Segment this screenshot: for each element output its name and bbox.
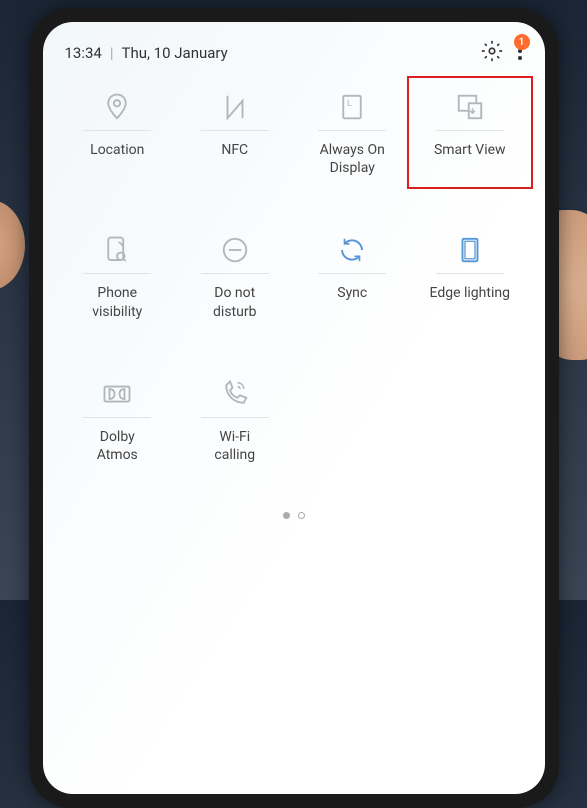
clock-time: 13:34 — [65, 44, 102, 62]
divider — [436, 273, 504, 274]
tile-wifi-calling[interactable]: Wi-Fi calling — [176, 377, 294, 464]
divider — [201, 273, 269, 274]
divider — [201, 417, 269, 418]
wifi-calling-icon — [218, 377, 252, 411]
divider — [318, 130, 386, 131]
tile-sync[interactable]: Sync — [294, 233, 412, 320]
divider — [201, 130, 269, 131]
divider — [83, 130, 151, 131]
settings-gear-icon[interactable] — [481, 40, 503, 66]
status-bar: 13:34 | Thu, 10 January — [43, 22, 545, 76]
always-on-display-icon: L — [335, 90, 369, 124]
tile-label: Edge lighting — [430, 284, 510, 320]
tile-location[interactable]: Location — [59, 90, 177, 177]
tile-label: Sync — [337, 284, 367, 320]
page-dot-1[interactable] — [283, 512, 290, 519]
tile-label: Phone visibility — [92, 284, 142, 320]
sync-icon — [335, 233, 369, 267]
status-date: Thu, 10 January — [122, 44, 228, 62]
highlight-box — [407, 76, 533, 189]
tile-smart-view[interactable]: Smart View — [411, 90, 529, 177]
edge-lighting-icon — [453, 233, 487, 267]
phone-visibility-icon — [100, 233, 134, 267]
divider: | — [110, 44, 114, 62]
tile-label: NFC — [221, 141, 248, 177]
phone-frame: 13:34 | Thu, 10 January — [29, 8, 559, 808]
dolby-atmos-icon — [100, 377, 134, 411]
hand-left — [0, 200, 25, 290]
tile-dolby-atmos[interactable]: Dolby Atmos — [59, 377, 177, 464]
tile-do-not-disturb[interactable]: Do not disturb — [176, 233, 294, 320]
divider — [318, 273, 386, 274]
more-options-icon[interactable]: 1 — [517, 41, 523, 65]
tile-label: Wi-Fi calling — [214, 428, 255, 464]
tile-nfc[interactable]: NFC — [176, 90, 294, 177]
nfc-icon — [218, 90, 252, 124]
tile-label: Do not disturb — [213, 284, 256, 320]
tile-phone-visibility[interactable]: Phone visibility — [59, 233, 177, 320]
pagination-dots[interactable] — [43, 512, 545, 519]
divider — [83, 273, 151, 274]
tile-edge-lighting[interactable]: Edge lighting — [411, 233, 529, 320]
tile-label: Location — [90, 141, 144, 177]
status-left: 13:34 | Thu, 10 January — [65, 44, 228, 62]
svg-text:L: L — [347, 99, 352, 109]
do-not-disturb-icon — [218, 233, 252, 267]
tile-always-on-display[interactable]: L Always On Display — [294, 90, 412, 177]
tile-label: Dolby Atmos — [97, 428, 138, 464]
screen: 13:34 | Thu, 10 January — [43, 22, 545, 794]
quick-settings-grid: Location NFC L Alw — [43, 90, 545, 464]
tile-label: Always On Display — [320, 141, 385, 177]
location-pin-icon — [100, 90, 134, 124]
notification-badge: 1 — [514, 34, 530, 50]
status-right: 1 — [481, 40, 523, 66]
divider — [83, 417, 151, 418]
page-dot-2[interactable] — [298, 512, 305, 519]
